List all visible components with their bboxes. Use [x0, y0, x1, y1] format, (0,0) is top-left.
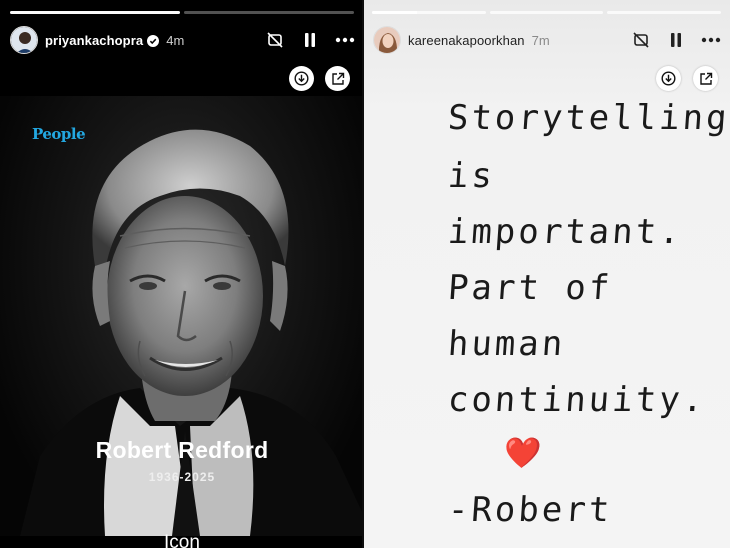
more-options-icon[interactable]: [334, 29, 356, 51]
story-progress-bar: [10, 11, 354, 14]
story-progress-bar: [372, 11, 722, 14]
pause-icon[interactable]: [299, 29, 321, 51]
progress-segment: [372, 11, 486, 14]
note-line: is: [446, 156, 497, 196]
speaker-muted-icon[interactable]: [264, 29, 286, 51]
note-line: human: [446, 324, 567, 364]
avatar[interactable]: [373, 26, 401, 54]
note-line: Part of: [446, 268, 614, 308]
verified-badge-icon: [147, 34, 160, 47]
post-time: 7m: [531, 32, 550, 48]
story-header: kareenakapoorkhan 7m: [364, 24, 730, 56]
speaker-muted-icon[interactable]: [630, 29, 652, 51]
progress-segment: [184, 11, 354, 14]
download-icon[interactable]: [656, 66, 681, 91]
share-external-icon[interactable]: [325, 66, 350, 91]
story-kareenakapoorkhan[interactable]: kareenakapoorkhan 7m Storytelling is imp…: [364, 0, 730, 548]
post-time: 4m: [166, 32, 185, 48]
download-icon[interactable]: [289, 66, 314, 91]
pause-icon[interactable]: [665, 29, 687, 51]
more-options-icon[interactable]: [700, 29, 722, 51]
progress-segment: [607, 11, 722, 14]
avatar-image: [11, 27, 37, 53]
username[interactable]: priyankachopra: [45, 33, 143, 48]
note-line: -Robert: [446, 490, 614, 530]
people-logo: People: [32, 125, 86, 143]
story-priyankachopra[interactable]: priyankachopra 4m People Robert Redford …: [0, 0, 364, 548]
avatar-image: [374, 27, 400, 53]
tribute-name: Robert Redford: [95, 437, 269, 463]
story-caption: Icon: [164, 532, 200, 548]
note-line: Storytelling: [446, 98, 730, 138]
avatar[interactable]: [10, 26, 38, 54]
heart-emoji: ❤️: [502, 436, 543, 471]
note-line: important.: [446, 212, 685, 252]
username[interactable]: kareenakapoorkhan: [408, 33, 525, 48]
progress-segment: [10, 11, 180, 14]
progress-segment: [489, 11, 604, 14]
story-header: priyankachopra 4m: [0, 24, 364, 56]
share-external-icon[interactable]: [693, 66, 718, 91]
tribute-years: 1936-2025: [148, 470, 216, 484]
note-line: continuity.: [446, 380, 708, 420]
